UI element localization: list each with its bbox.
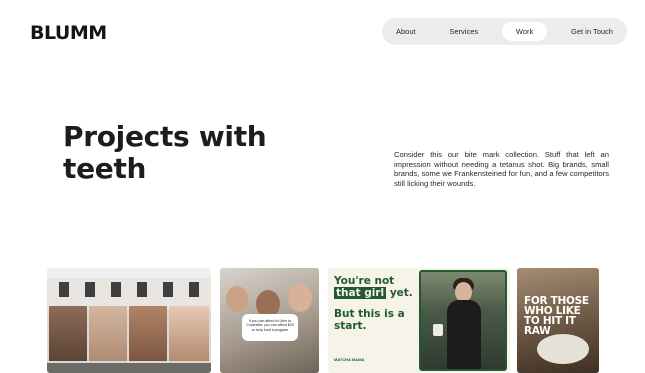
project-card-billboard[interactable] [47, 268, 211, 373]
poster-face [89, 306, 127, 361]
ad-headline: You're not that girl yet. [334, 275, 424, 299]
nav-item-about[interactable]: About [386, 22, 426, 41]
brand-logo[interactable]: BLUMM [30, 22, 107, 44]
nav-item-services[interactable]: Services [439, 22, 488, 41]
ad-photo [419, 270, 507, 371]
message-bubble: If you can afford to Uber to Coachella, … [242, 314, 298, 341]
project-card-car-selfie[interactable]: If you can afford to Uber to Coachella, … [220, 268, 319, 373]
window [163, 282, 173, 297]
project-card-matcha-mama[interactable]: You're not that girl yet. But this is a … [328, 268, 510, 373]
headline-tail: yet. [389, 287, 413, 299]
headline-lead: You're not [334, 275, 395, 287]
headline-highlight: that girl [334, 287, 387, 299]
person-face [288, 284, 312, 312]
poster-face [169, 306, 209, 361]
body [447, 300, 481, 369]
matcha-cup [433, 324, 443, 336]
ad-subhead: But this is a start. [334, 308, 405, 332]
window [111, 282, 121, 297]
person-face [226, 286, 248, 312]
nav-item-get-in-touch[interactable]: Get in Touch [561, 22, 623, 41]
project-card-raw[interactable]: FOR THOSE WHO LIKE TO HIT IT RAW [517, 268, 599, 373]
intro-text: Consider this our bite mark collection. … [394, 150, 609, 188]
poster-face [129, 306, 167, 361]
street [47, 363, 211, 373]
plate [537, 334, 589, 364]
matcha-mama-logo: MATCHA MAMA [334, 357, 365, 362]
page-title: Projects with teeth [63, 120, 267, 185]
ad-text: FOR THOSE WHO LIKE TO HIT IT RAW [524, 295, 589, 337]
poster-face [49, 306, 87, 361]
window [59, 282, 69, 297]
window [137, 282, 147, 297]
project-gallery: If you can afford to Uber to Coachella, … [47, 268, 607, 373]
nav-item-work[interactable]: Work [501, 22, 548, 41]
head [455, 282, 472, 302]
window [189, 282, 199, 297]
main-nav: About Services Work Get in Touch [382, 18, 627, 45]
window [85, 282, 95, 297]
